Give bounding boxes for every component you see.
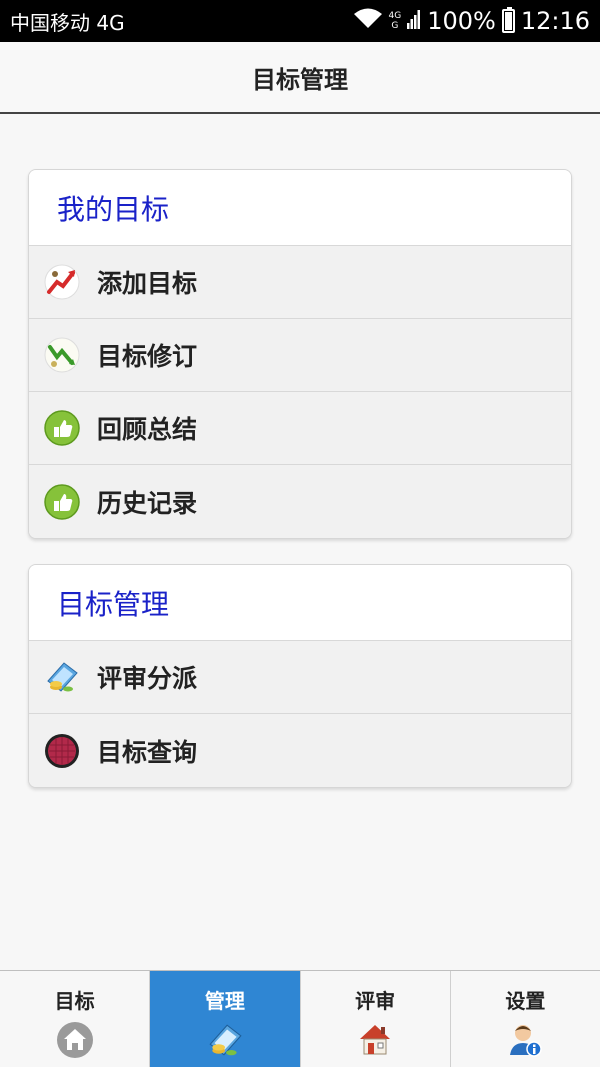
red-circle-icon bbox=[44, 733, 80, 769]
menu-item-revise-goal[interactable]: 目标修订 bbox=[29, 319, 571, 392]
chart-down-icon bbox=[44, 337, 80, 373]
menu-item-label: 评审分派 bbox=[97, 664, 198, 693]
battery-icon bbox=[501, 7, 515, 33]
thumbs-up-icon bbox=[44, 410, 80, 446]
tab-review[interactable]: 评审 bbox=[301, 971, 451, 1067]
menu-item-history[interactable]: 历史记录 bbox=[29, 465, 571, 538]
home-gray-icon bbox=[55, 1020, 95, 1060]
menu-item-review-assign[interactable]: 评审分派 bbox=[29, 641, 571, 714]
menu-item-add-goal[interactable]: 添加目标 bbox=[29, 246, 571, 319]
menu-item-label: 目标查询 bbox=[97, 737, 198, 767]
page-title: 目标管理 bbox=[252, 65, 348, 94]
house-icon bbox=[355, 1020, 395, 1060]
menu-item-label: 历史记录 bbox=[97, 488, 198, 518]
status-bar: 中国移动 4G 4G G 100% 12:16 bbox=[0, 0, 600, 42]
battery-percent: 100% bbox=[427, 7, 496, 35]
network-indicator: 4G G bbox=[388, 11, 402, 31]
tab-label: 管理 bbox=[204, 989, 245, 1013]
tab-label: 设置 bbox=[505, 989, 546, 1013]
tab-settings[interactable]: 设置 bbox=[451, 971, 600, 1067]
user-info-icon bbox=[505, 1020, 545, 1060]
tab-management[interactable]: 管理 bbox=[150, 971, 301, 1067]
clock: 12:16 bbox=[520, 7, 590, 35]
laptop-coins-icon bbox=[44, 659, 80, 695]
section-my-goals: 我的目标 添加目标 目标修订 回顾总结 历史记录 bbox=[28, 169, 572, 539]
header: 目标管理 bbox=[0, 42, 600, 114]
carrier-label: 中国移动 4G bbox=[10, 10, 125, 35]
tab-label: 目标 bbox=[54, 989, 95, 1013]
signal-icon bbox=[407, 7, 421, 35]
status-icons: 4G G 100% 12:16 bbox=[353, 7, 590, 35]
menu-item-label: 添加目标 bbox=[97, 269, 198, 298]
menu-item-review-summary[interactable]: 回顾总结 bbox=[29, 392, 571, 465]
bottom-tab-bar: 目标 管理 评审 设置 bbox=[0, 970, 600, 1067]
chart-up-icon bbox=[44, 264, 80, 300]
menu-item-label: 目标修订 bbox=[97, 342, 198, 371]
wifi-icon bbox=[353, 7, 383, 35]
tab-goals[interactable]: 目标 bbox=[0, 971, 151, 1067]
tab-label: 评审 bbox=[355, 989, 396, 1013]
section-title: 目标管理 bbox=[29, 565, 571, 641]
menu-item-goal-query[interactable]: 目标查询 bbox=[29, 714, 571, 787]
laptop-coins-icon bbox=[205, 1020, 245, 1060]
thumbs-up-icon bbox=[44, 483, 80, 520]
section-title: 我的目标 bbox=[29, 170, 571, 246]
section-goal-management: 目标管理 评审分派 目标查询 bbox=[28, 564, 572, 788]
menu-item-label: 回顾总结 bbox=[97, 415, 198, 444]
